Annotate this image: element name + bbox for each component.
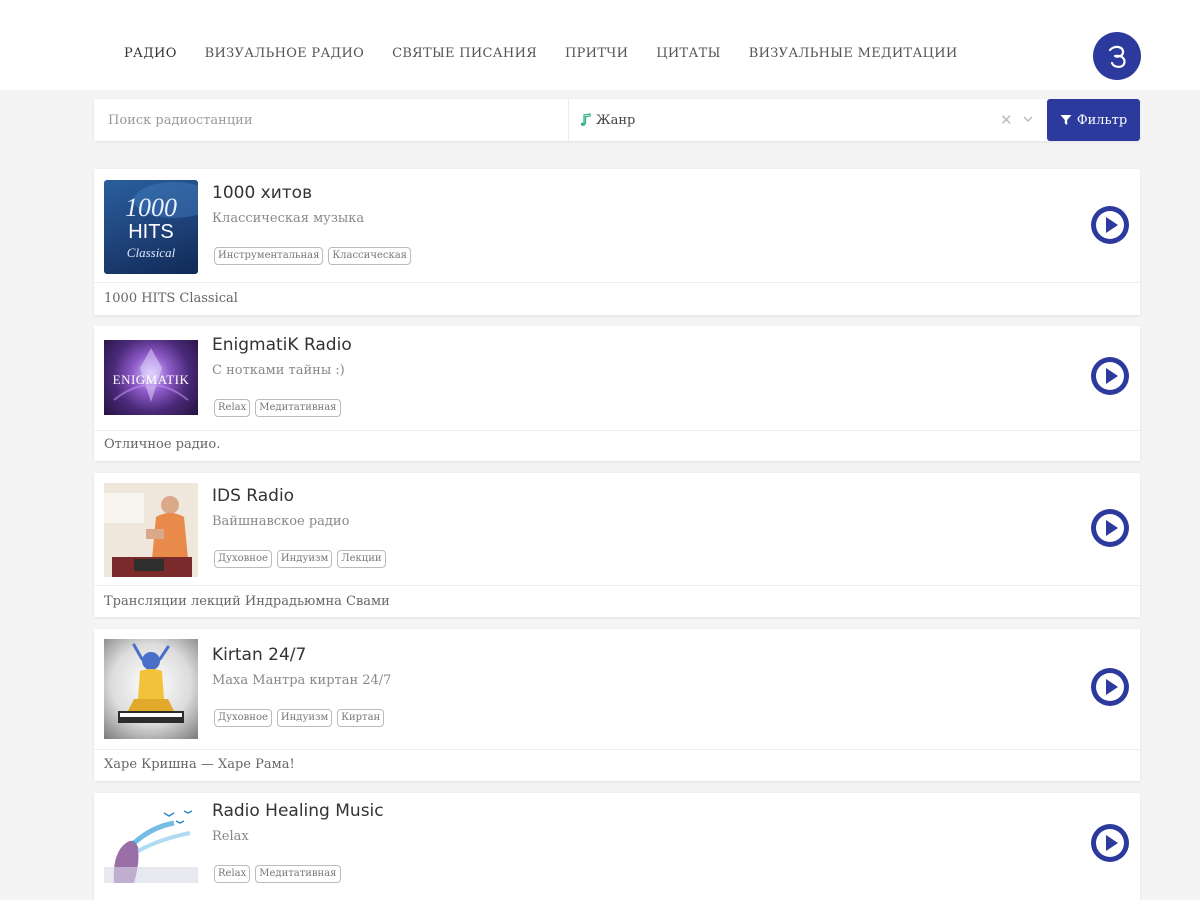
nav-item-visual-radio[interactable]: ВИЗУАЛЬНОЕ РАДИО	[205, 46, 364, 61]
station-subtitle: Классическая музыка	[212, 211, 365, 226]
top-bar: РАДИО ВИЗУАЛЬНОЕ РАДИО СВЯТЫЕ ПИСАНИЯ ПР…	[0, 0, 1200, 90]
logo-text-1000: 1000	[125, 193, 177, 222]
filter-button[interactable]: Фильтр	[1047, 99, 1140, 141]
nav-item-scriptures[interactable]: СВЯТЫЕ ПИСАНИЯ	[392, 46, 537, 61]
station-subtitle: Вайшнавское радио	[212, 514, 350, 529]
healing-music-artwork	[104, 810, 198, 883]
site-logo[interactable]	[1093, 32, 1141, 80]
logo-text-enigmatik: ENIGMATIK	[113, 372, 190, 387]
enigmatik-artwork: ENIGMATIK	[113, 348, 190, 402]
genre-label: Жанр	[596, 112, 636, 128]
station-card: 1000 HITS Classical 1000 хитов Классичес…	[94, 169, 1140, 315]
station-title[interactable]: Kirtan 24/7	[212, 645, 306, 665]
nav-item-parables[interactable]: ПРИТЧИ	[565, 46, 628, 61]
card-divider	[94, 430, 1140, 431]
genre-tag[interactable]: Индуизм	[276, 550, 333, 568]
play-button[interactable]	[1090, 205, 1130, 245]
station-logo-kirtan[interactable]	[104, 639, 198, 739]
genre-tag[interactable]: Инструментальная	[214, 247, 324, 265]
play-button[interactable]	[1090, 667, 1130, 707]
station-logo-enigmatik[interactable]: ENIGMATIK	[104, 340, 198, 415]
station-tags: Инструментальная Классическая	[214, 247, 411, 265]
station-subtitle: С нотками тайны :)	[212, 363, 345, 378]
station-description: 1000 HITS Classical	[104, 291, 238, 306]
genre-tag[interactable]: Медитативная	[255, 399, 341, 417]
search-bar: Жанр ✕ Фильтр	[94, 99, 1140, 141]
station-title[interactable]: Radio Healing Music	[212, 801, 384, 821]
card-divider	[94, 749, 1140, 750]
station-tags: Relax Медитативная	[214, 865, 341, 883]
nav-item-quotes[interactable]: ЦИТАТЫ	[656, 46, 720, 61]
station-title[interactable]: 1000 хитов	[212, 183, 312, 203]
search-divider	[568, 99, 569, 141]
play-button[interactable]	[1090, 823, 1130, 863]
station-card: ENIGMATIK EnigmatiK Radio С нотками тайн…	[94, 326, 1140, 461]
genre-tag[interactable]: Relax	[214, 399, 251, 417]
genre-tag[interactable]: Классическая	[328, 247, 411, 265]
station-tags: Духовное Индуизм Лекции	[214, 550, 386, 568]
logo-text-classical: Classical	[127, 245, 176, 260]
hits-classical-artwork: 1000 HITS Classical	[125, 182, 198, 260]
logo-text-hits: HITS	[128, 221, 174, 243]
station-description: Харе Кришна — Харе Рама!	[104, 757, 295, 772]
nav-item-visual-meditations[interactable]: ВИЗУАЛЬНЫЕ МЕДИТАЦИИ	[749, 46, 958, 61]
station-card: Kirtan 24/7 Маха Мантра киртан 24/7 Духо…	[94, 629, 1140, 781]
genre-select[interactable]: Жанр	[580, 99, 635, 141]
om-logo-icon	[1108, 45, 1126, 68]
genre-tag[interactable]: Индуизм	[276, 709, 333, 727]
station-logo-ids-radio[interactable]	[104, 483, 198, 577]
filter-label: Фильтр	[1076, 112, 1128, 128]
genre-tag[interactable]: Духовное	[214, 550, 272, 568]
nav-item-radio[interactable]: РАДИО	[124, 46, 177, 61]
music-note-icon	[580, 113, 591, 126]
station-tags: Relax Медитативная	[214, 399, 341, 417]
station-search-input[interactable]	[94, 99, 568, 141]
station-logo-1000-hits[interactable]: 1000 HITS Classical	[104, 180, 198, 274]
station-title[interactable]: EnigmatiK Radio	[212, 335, 352, 355]
chevron-down-icon[interactable]	[1022, 113, 1034, 125]
genre-tag[interactable]: Медитативная	[255, 865, 341, 883]
station-description: Отличное радио.	[104, 437, 221, 452]
station-card: Radio Healing Music Relax Relax Медитати…	[94, 793, 1140, 900]
station-subtitle: Relax	[212, 829, 249, 844]
play-button[interactable]	[1090, 508, 1130, 548]
station-subtitle: Маха Мантра киртан 24/7	[212, 673, 392, 688]
station-title[interactable]: IDS Radio	[212, 486, 294, 506]
ids-radio-photo	[104, 483, 198, 577]
station-description: Трансляции лекций Индрадьюмна Свами	[104, 594, 390, 609]
main-nav: РАДИО ВИЗУАЛЬНОЕ РАДИО СВЯТЫЕ ПИСАНИЯ ПР…	[124, 46, 986, 61]
close-icon[interactable]: ✕	[1000, 111, 1013, 129]
filter-icon	[1060, 115, 1072, 125]
genre-tag[interactable]: Киртан	[337, 709, 385, 727]
play-button[interactable]	[1090, 356, 1130, 396]
kirtan-artwork	[118, 643, 184, 723]
genre-tag[interactable]: Relax	[214, 865, 251, 883]
genre-tag[interactable]: Духовное	[214, 709, 272, 727]
genre-tag[interactable]: Лекции	[337, 550, 386, 568]
station-card: IDS Radio Вайшнавское радио Духовное Инд…	[94, 473, 1140, 617]
card-divider	[94, 585, 1140, 586]
card-divider	[94, 282, 1140, 283]
station-logo-healing-music[interactable]	[104, 803, 198, 883]
station-tags: Духовное Индуизм Киртан	[214, 709, 385, 727]
